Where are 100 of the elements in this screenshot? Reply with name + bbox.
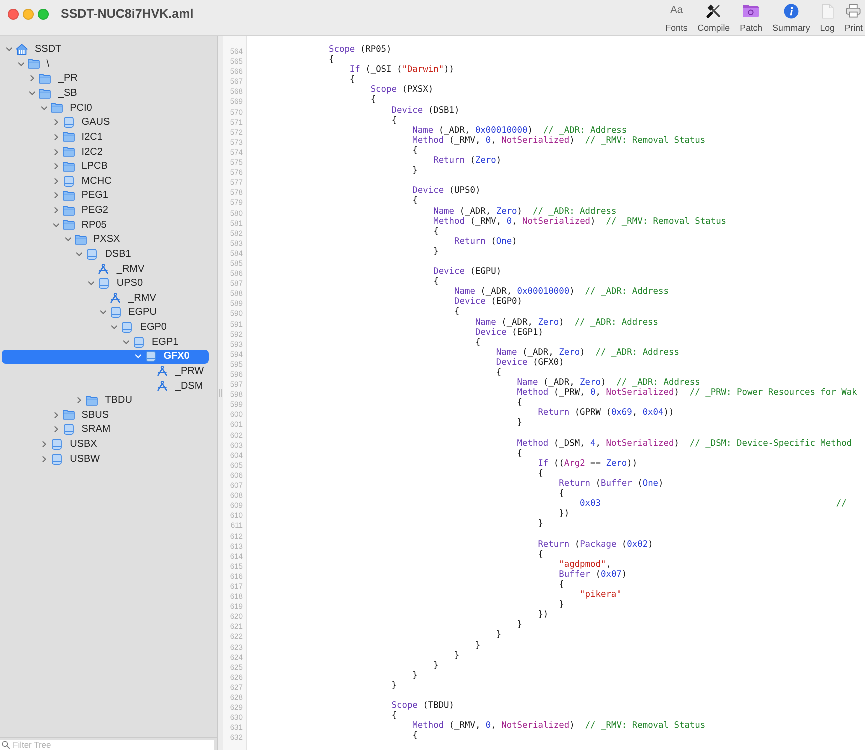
chevron-down-icon[interactable]	[29, 90, 36, 98]
tree-item[interactable]: \	[2, 57, 209, 72]
code-line: })	[538, 610, 549, 620]
tree-item[interactable]: _DSM	[2, 378, 209, 394]
summary-button[interactable]: Summary	[772, 0, 810, 35]
chevron-right-icon[interactable]	[52, 178, 60, 185]
chevron-right-icon[interactable]	[52, 192, 60, 200]
tree-item[interactable]: _RMV	[2, 262, 209, 276]
tree-item[interactable]: SBUS	[2, 408, 209, 423]
chevron-right-icon[interactable]	[52, 134, 60, 141]
code-line: Device (GFX0)	[496, 358, 564, 368]
tree-item[interactable]: RP05	[2, 218, 209, 233]
tree-item[interactable]: EGP0	[2, 320, 209, 335]
tree-item[interactable]: SSDT	[2, 42, 209, 58]
code-line: Method (_DSM, 4, NotSerialized) // _DSM: Device-Specific Method	[517, 438, 852, 449]
tree-item[interactable]: PEG2	[2, 203, 209, 218]
code-line: {	[517, 448, 523, 459]
tree-item[interactable]: SRAM	[2, 422, 209, 438]
code-line: "pikera"	[580, 590, 622, 600]
filter-field[interactable]: Filter Tree	[0, 740, 214, 750]
code-line: {	[454, 307, 460, 318]
tree-item[interactable]: I2C2	[2, 144, 209, 160]
tree-item[interactable]: _PR	[2, 72, 209, 86]
chevron-right-icon[interactable]	[41, 456, 48, 463]
chevron-right-icon[interactable]	[52, 119, 60, 126]
chevron-down-icon[interactable]	[41, 104, 48, 112]
code-line: Scope (TBDU)	[392, 701, 455, 712]
chevron-down-icon[interactable]	[76, 250, 84, 258]
drive-icon	[146, 351, 156, 362]
tree-item[interactable]: _PRW	[2, 364, 209, 379]
compile-button[interactable]: Compile	[698, 0, 730, 35]
tree-item[interactable]: TBDU	[2, 393, 209, 408]
chevron-right-icon[interactable]	[52, 426, 60, 434]
code-line: Name (_ADR, Zero) // _ADR: Address	[475, 318, 659, 328]
tree-item[interactable]: PEG1	[2, 188, 209, 204]
tree-item[interactable]: PCI0	[2, 100, 209, 116]
drive-icon	[98, 278, 109, 290]
chevron-down-icon[interactable]	[64, 236, 72, 244]
chevron-down-icon[interactable]	[111, 324, 118, 332]
code-line: }	[434, 660, 439, 671]
code-line: Return (One)	[454, 236, 518, 247]
code-line: {	[370, 95, 376, 106]
code-line: {	[559, 580, 564, 590]
chevron-right-icon[interactable]	[29, 75, 36, 82]
tree-item[interactable]: GAUS	[2, 116, 209, 130]
code-line: }	[392, 680, 397, 691]
code-line: Scope (PXSX)	[370, 85, 434, 96]
zoom-button[interactable]	[38, 8, 49, 20]
code-line: }	[412, 166, 418, 176]
code-line: Name (_ADR, 0x00010000) // _ADR: Address	[454, 287, 669, 298]
folder-icon	[62, 220, 75, 230]
chevron-right-icon[interactable]	[52, 163, 60, 170]
code-line: Method (_RMV, 0, NotSerialized) // _RMV: Removal Status	[412, 721, 706, 732]
tree-item[interactable]: _RMV	[2, 291, 209, 306]
chevron-right-icon[interactable]	[76, 397, 84, 404]
tree-item[interactable]: _SB	[2, 86, 209, 101]
code-line: Return (Package (0x02)	[538, 540, 654, 550]
tree-item[interactable]: USBX	[2, 437, 209, 452]
drive-icon	[52, 454, 62, 465]
chevron-right-icon[interactable]	[52, 148, 60, 156]
grip-icon[interactable]	[219, 389, 222, 397]
folder-icon	[28, 59, 40, 70]
tree-item[interactable]: LPCB	[2, 159, 209, 174]
folder-icon	[86, 396, 98, 406]
code-line: {	[392, 116, 397, 126]
tree-item[interactable]: MCHC	[2, 174, 209, 189]
minimize-button[interactable]	[23, 8, 34, 20]
chevron-down-icon[interactable]	[123, 338, 130, 346]
chevron-right-icon[interactable]	[41, 441, 48, 448]
tree-item[interactable]: EGPU	[2, 306, 209, 320]
chevron-right-icon[interactable]	[52, 412, 60, 419]
chevron-down-icon[interactable]	[88, 280, 95, 288]
tree-item[interactable]: EGP1	[2, 334, 209, 350]
drive-icon	[64, 424, 74, 436]
code-line: }	[517, 418, 523, 429]
folder-icon	[39, 74, 52, 84]
tools-icon	[706, 3, 722, 19]
log-button[interactable]: Log	[820, 0, 835, 35]
chevron-right-icon[interactable]	[52, 207, 60, 214]
code-line: Name (_ADR, Zero) // _ADR: Address	[434, 206, 617, 216]
code-line: Name (_ADR, 0x00010000) // _ADR: Address	[412, 126, 628, 136]
tree-item[interactable]: USBW	[2, 452, 209, 467]
tree-item[interactable]: DSB1	[2, 247, 209, 262]
print-button[interactable]: Print	[844, 0, 863, 35]
tree-item[interactable]: I2C1	[2, 130, 209, 145]
chevron-down-icon[interactable]	[52, 222, 60, 229]
code-line: Name (_ADR, Zero) // _ADR: Address	[517, 378, 700, 388]
folder-icon	[62, 190, 75, 201]
chevron-down-icon[interactable]	[6, 46, 13, 54]
tree-item[interactable]: GFX0	[2, 350, 209, 364]
fonts-button[interactable]: Aa Fonts	[666, 0, 688, 35]
patch-button[interactable]: Patch	[740, 0, 763, 35]
code-line: {	[496, 368, 502, 378]
tree-item[interactable]: UPS0	[2, 276, 209, 292]
code-line: "agdpmod",	[559, 560, 612, 570]
chevron-down-icon[interactable]	[100, 309, 107, 316]
tree-item[interactable]: PXSX	[2, 232, 209, 248]
chevron-down-icon[interactable]	[18, 60, 25, 68]
close-button[interactable]	[8, 8, 19, 20]
code-line: If ((Arg2 == Zero))	[538, 458, 638, 469]
